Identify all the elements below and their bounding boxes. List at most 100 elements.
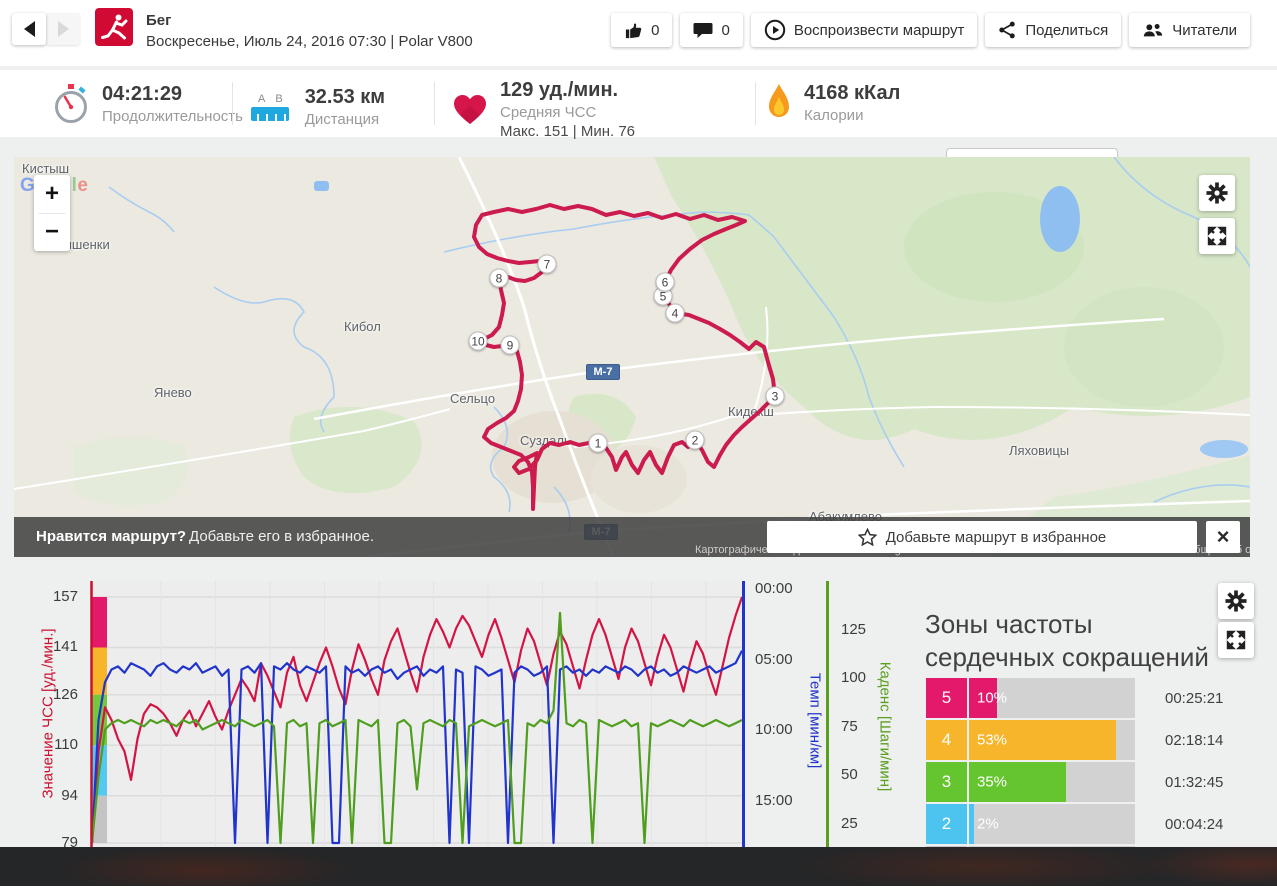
- axis-tick-label: 100: [841, 669, 881, 686]
- hr-zone-number: 2: [926, 804, 967, 844]
- route-km-marker[interactable]: 9: [501, 336, 520, 355]
- hr-zone-bar-fill: [969, 804, 974, 844]
- route-km-marker[interactable]: 1: [589, 434, 608, 453]
- back-arrow-icon: [24, 21, 35, 37]
- route-km-marker[interactable]: 2: [686, 431, 705, 450]
- share-label: Поделиться: [1025, 22, 1108, 39]
- favorite-prompt: Добавьте его в избранное.: [189, 528, 374, 545]
- calories-value: 4168 кКал: [804, 82, 900, 105]
- hr-zone-bar: 10%: [969, 678, 1135, 718]
- hr-zone-number: 4: [926, 720, 967, 760]
- map-place-label: Кибол: [344, 319, 381, 334]
- map-place-label: Суздаль: [520, 433, 571, 448]
- axis-tick-label: 00:00: [755, 580, 805, 597]
- chart-fullscreen-button[interactable]: [1218, 622, 1254, 658]
- hr-zone-row: 22%00:04:24: [926, 804, 1223, 844]
- hr-zone-percent: 2%: [977, 816, 999, 833]
- axis-tick-label: 50: [841, 766, 881, 783]
- hr-zone-time: 02:18:14: [1165, 720, 1223, 760]
- distance-value: 32.53 км: [305, 86, 385, 109]
- hr-zone-number: 3: [926, 762, 967, 802]
- like-button[interactable]: 0: [611, 13, 672, 47]
- session-title: Бег: [146, 12, 473, 29]
- back-button[interactable]: [12, 13, 46, 45]
- hr-zone-time: 00:25:21: [1165, 678, 1223, 718]
- axis-tick-label: 126: [38, 686, 78, 703]
- calories-label: Калории: [804, 107, 900, 124]
- map-place-label: Сельцо: [450, 391, 495, 406]
- axis-tick-label: 157: [38, 588, 78, 605]
- thumb-up-icon: [624, 21, 643, 40]
- map-fullscreen-button[interactable]: [1199, 218, 1235, 254]
- distance-ruler-icon: АВ: [248, 93, 293, 121]
- route-km-marker[interactable]: 8: [490, 269, 509, 288]
- readers-button[interactable]: Читатели: [1129, 13, 1250, 47]
- summary-stats-bar: 04:21:29 Продолжительность АВ 32.53 км Д…: [0, 70, 1277, 137]
- chart-settings-button[interactable]: [1218, 583, 1254, 619]
- expand-icon: [1206, 225, 1228, 247]
- hr-zone-bar: 35%: [969, 762, 1135, 802]
- heart-rate-stat: 129 уд./мин. Средняя ЧСС Макс. 151 | Мин…: [452, 79, 635, 140]
- hr-zone-bar: 53%: [969, 720, 1135, 760]
- add-to-favorites-label: Добавьте маршрут в избранное: [886, 529, 1107, 546]
- avg-hr-value: 129 уд./мин.: [500, 79, 635, 102]
- share-icon: [998, 20, 1017, 40]
- zoom-out-button[interactable]: −: [34, 214, 70, 252]
- training-session-page: Бег Воскресенье, Июль 24, 2016 07:30 | P…: [0, 0, 1277, 894]
- hr-zone-bar: 2%: [969, 804, 1135, 844]
- route-km-marker[interactable]: 6: [656, 273, 675, 292]
- map-zoom-control: + −: [34, 175, 70, 251]
- map-place-label: Кистыш: [22, 161, 69, 176]
- map-place-label: Янево: [154, 385, 192, 400]
- close-overlay-button[interactable]: ×: [1206, 521, 1240, 553]
- replay-route-button[interactable]: Воспроизвести маршрут: [751, 13, 978, 47]
- axis-tick-label: 125: [841, 621, 881, 638]
- axis-tick-label: 94: [38, 787, 78, 804]
- comments-button[interactable]: 0: [680, 13, 742, 47]
- gear-icon: [1206, 182, 1228, 204]
- route-km-marker[interactable]: 7: [538, 255, 557, 274]
- map-settings-button[interactable]: [1199, 175, 1235, 211]
- route-km-marker[interactable]: 4: [666, 304, 685, 323]
- flame-icon: [766, 83, 792, 123]
- replay-route-label: Воспроизвести маршрут: [794, 22, 965, 39]
- next-section-banner: [0, 847, 1277, 886]
- zoom-in-button[interactable]: +: [34, 175, 70, 213]
- header: Бег Воскресенье, Июль 24, 2016 07:30 | P…: [0, 0, 1277, 66]
- play-circle-icon: [764, 19, 786, 41]
- hr-zone-percent: 10%: [977, 690, 1007, 707]
- axis-tick-label: 10:00: [755, 721, 805, 738]
- duration-label: Продолжительность: [102, 108, 243, 125]
- cadence-axis-label: Каденс [Шаги/мин]: [877, 642, 894, 812]
- running-sport-icon: [95, 8, 133, 46]
- add-to-favorites-button[interactable]: Добавьте маршрут в избранное: [767, 521, 1197, 553]
- axis-tick-label: 75: [841, 718, 881, 735]
- distance-label: Дистанция: [305, 111, 385, 128]
- pace-axis-label: Темп [мин/км]: [807, 646, 824, 796]
- axis-tick-label: 05:00: [755, 651, 805, 668]
- divider: [434, 82, 435, 125]
- duration-value: 04:21:29: [102, 83, 243, 106]
- route-km-marker[interactable]: 10: [469, 332, 488, 351]
- session-subtitle: Воскресенье, Июль 24, 2016 07:30 | Polar…: [146, 33, 473, 50]
- forward-button[interactable]: [46, 13, 80, 45]
- share-button[interactable]: Поделиться: [985, 13, 1121, 47]
- hr-zone-percent: 53%: [977, 732, 1007, 749]
- star-icon: [858, 528, 877, 546]
- map-place-label: Ляховицы: [1009, 443, 1069, 458]
- close-icon: ×: [1217, 524, 1230, 550]
- hr-max-min: Макс. 151 | Мин. 76: [500, 123, 635, 140]
- hr-zone-row: 510%00:25:21: [926, 678, 1223, 718]
- runner-icon: [99, 12, 129, 42]
- favorite-prompt-bold: Нравится маршрут?: [36, 528, 186, 545]
- hr-zone-time: 01:32:45: [1165, 762, 1223, 802]
- route-map[interactable]: КистышВишенкиКиболЯневоСельцоСуздальКиде…: [14, 157, 1250, 557]
- hr-zone-percent: 35%: [977, 774, 1007, 791]
- axis-tick-label: 15:00: [755, 792, 805, 809]
- stopwatch-icon: [52, 82, 90, 126]
- cadence-axis-line: [826, 581, 829, 847]
- training-curves-chart[interactable]: [90, 581, 745, 847]
- like-count: 0: [651, 22, 659, 39]
- axis-tick-label: 141: [38, 638, 78, 655]
- route-km-marker[interactable]: 3: [766, 387, 785, 406]
